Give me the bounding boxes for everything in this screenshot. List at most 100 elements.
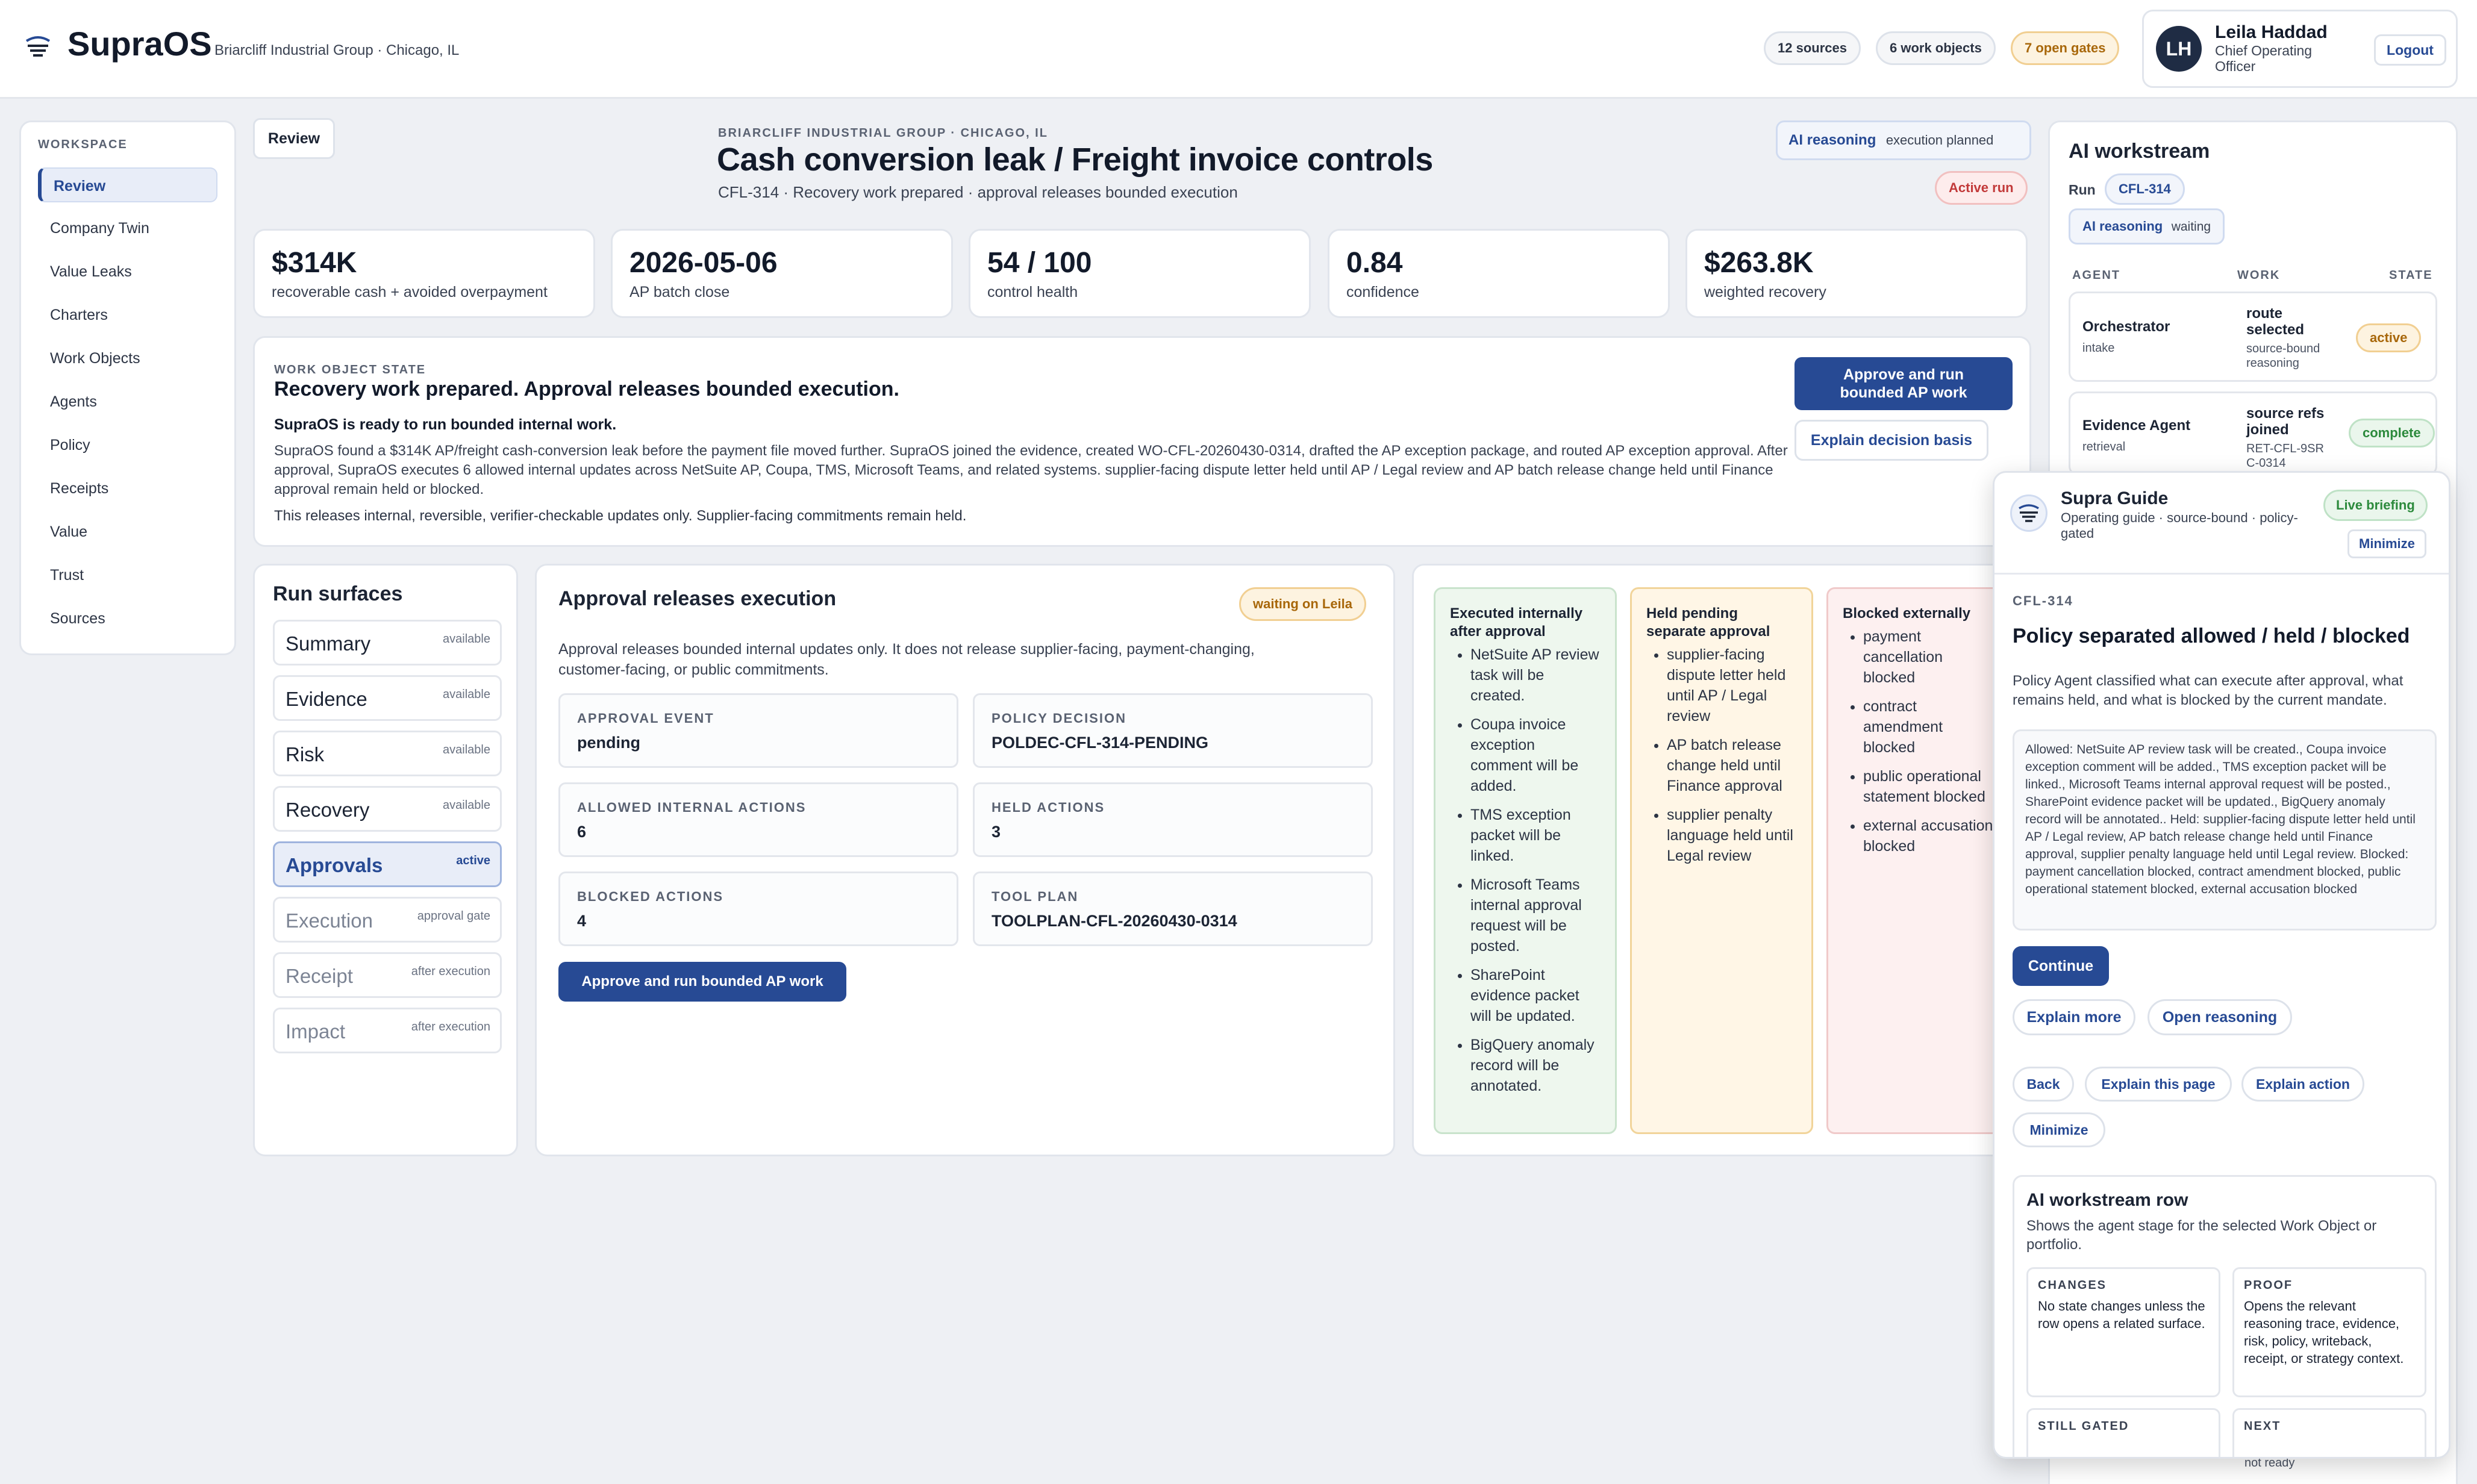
approval-panel: Approval releases execution waiting on L… [535, 564, 1395, 1156]
still-gated-key: STILL GATED [2038, 1420, 2129, 1433]
sidebar: WORKSPACE Review Company Twin Value Leak… [19, 120, 236, 655]
field-held-actions: HELD ACTIONS 3 [973, 782, 1373, 857]
menu-logo-icon[interactable] [24, 33, 52, 60]
sidebar-section-label: WORKSPACE [38, 138, 128, 151]
guide-minimize-button[interactable]: Minimize [2013, 1112, 2105, 1147]
kpi-control-health: 54 / 100 control health [969, 229, 1311, 318]
explain-page-button[interactable]: Explain this page [2085, 1067, 2232, 1102]
ai-reasoning-status[interactable]: AI reasoning execution planned [1776, 120, 2031, 160]
row-card-title: AI workstream row [2026, 1190, 2188, 1210]
kpi-value: $314K [272, 247, 357, 279]
col-header-state: STATE [2389, 269, 2433, 282]
state-badge-active: active [2356, 323, 2422, 352]
proof-key: PROOF [2244, 1279, 2293, 1292]
guide-desc: Policy Agent classified what can execute… [2013, 673, 2404, 708]
ai-reasoning-state: execution planned [1885, 132, 1994, 148]
explain-more-button[interactable]: Explain more [2013, 999, 2135, 1035]
surface-status: after execution [411, 965, 490, 978]
surface-approvals[interactable]: Approvals active [273, 841, 502, 887]
sidebar-item-company-twin[interactable]: Company Twin [38, 211, 217, 246]
surface-receipt[interactable]: Receipt after execution [273, 952, 502, 998]
work-objects-badge[interactable]: 6 work objects [1876, 31, 1996, 65]
work-object-state-panel: WORK OBJECT STATE Recovery work prepared… [253, 336, 2031, 547]
agent-name: Orchestrator [2082, 319, 2170, 335]
state-body: SupraOS found a $314K AP/freight cash-co… [274, 443, 1788, 497]
guide-subtitle: Operating guide · source-bound · policy-… [2061, 510, 2298, 541]
surface-status: available [443, 743, 490, 756]
executed-item: BigQuery anomaly record will be annotate… [1470, 1035, 1601, 1096]
guide-title: Supra Guide [2061, 488, 2169, 508]
explain-action-button[interactable]: Explain action [2241, 1067, 2364, 1102]
held-item: supplier-facing dispute letter held unti… [1667, 644, 1797, 726]
run-id-chip[interactable]: CFL-314 [2105, 173, 2185, 205]
explain-decision-button[interactable]: Explain decision basis [1794, 420, 1988, 461]
kpi-value: 54 / 100 [987, 247, 1092, 279]
surface-name: Risk [286, 743, 325, 765]
surface-status: after execution [411, 1020, 490, 1034]
executed-item: Coupa invoice exception comment will be … [1470, 714, 1601, 796]
field-key: APPROVAL EVENT [577, 711, 714, 726]
agent-row-evidence[interactable]: Evidence Agent retrieval source refs joi… [2069, 391, 2437, 476]
logout-button[interactable]: Logout [2374, 34, 2446, 66]
app-name[interactable]: SupraOS [67, 24, 212, 63]
sidebar-item-agents[interactable]: Agents [38, 384, 217, 419]
state-eyebrow: WORK OBJECT STATE [274, 363, 426, 376]
sidebar-item-policy[interactable]: Policy [38, 428, 217, 463]
surface-execution[interactable]: Execution approval gate [273, 897, 502, 943]
continue-button[interactable]: Continue [2013, 946, 2109, 986]
surface-summary[interactable]: Summary available [273, 620, 502, 666]
guide-run-id: CFL-314 [2013, 593, 2073, 608]
agent-name: Evidence Agent [2082, 417, 2191, 434]
guide-minimize-top-button[interactable]: Minimize [2347, 529, 2426, 558]
supra-guide-panel: Supra Guide Operating guide · source-bou… [1993, 471, 2450, 1459]
proof-value: Opens the relevant reasoning trace, evid… [2244, 1298, 2404, 1366]
user-name: Leila Haddad [2215, 22, 2328, 42]
next-card: NEXT [2232, 1408, 2426, 1457]
kpi-label: recoverable cash + avoided overpayment [272, 284, 548, 301]
sidebar-item-sources[interactable]: Sources [38, 601, 217, 636]
back-button[interactable]: Back [2013, 1067, 2074, 1102]
sidebar-item-receipts[interactable]: Receipts [38, 471, 217, 506]
kpi-label: AP batch close [629, 284, 730, 301]
blocked-item: public operational statement blocked [1863, 766, 1993, 807]
field-key: BLOCKED ACTIONS [577, 889, 724, 904]
sidebar-item-value-leaks[interactable]: Value Leaks [38, 254, 217, 289]
still-gated-card: STILL GATED [2026, 1408, 2220, 1457]
workstream-reasoning-chip[interactable]: AI reasoning waiting [2069, 208, 2225, 245]
executed-item: NetSuite AP review task will be created. [1470, 644, 1601, 706]
top-header: SupraOS Briarcliff Industrial Group · Ch… [0, 0, 2477, 99]
sources-badge[interactable]: 12 sources [1764, 31, 1861, 65]
workstream-title: AI workstream [2069, 140, 2210, 163]
sidebar-item-work-objects[interactable]: Work Objects [38, 341, 217, 376]
approve-run-bottom-button[interactable]: Approve and run bounded AP work [558, 962, 846, 1002]
executed-list: NetSuite AP review task will be created.… [1450, 644, 1601, 1096]
kpi-label: control health [987, 284, 1078, 301]
surface-name: Evidence [286, 688, 367, 710]
sidebar-item-value[interactable]: Value [38, 514, 217, 549]
surface-recovery[interactable]: Recovery available [273, 786, 502, 832]
held-item: supplier penalty language held until Leg… [1667, 805, 1797, 866]
blocked-list: payment cancellation blocked contract am… [1843, 626, 1993, 856]
sidebar-item-review[interactable]: Review [38, 167, 217, 202]
surface-evidence[interactable]: Evidence available [273, 675, 502, 721]
field-value: TOOLPLAN-CFL-20260430-0314 [992, 912, 1237, 930]
agent-work: source refs joined [2246, 405, 2325, 438]
surface-risk[interactable]: Risk available [273, 731, 502, 776]
state-badge-complete: complete [2349, 419, 2435, 447]
agent-row-orchestrator[interactable]: Orchestrator intake route selected sourc… [2069, 292, 2437, 382]
surface-status: active [456, 854, 490, 867]
changes-card: CHANGES No state changes unless the row … [2026, 1267, 2220, 1397]
kpi-value: 0.84 [1346, 247, 1403, 279]
open-reasoning-button[interactable]: Open reasoning [2147, 999, 2292, 1035]
executed-column: Executed internally after approval NetSu… [1434, 587, 1617, 1134]
surface-impact[interactable]: Impact after execution [273, 1008, 502, 1053]
field-value: 4 [577, 912, 587, 930]
sidebar-item-charters[interactable]: Charters [38, 298, 217, 332]
approve-run-button[interactable]: Approve and run bounded AP work [1794, 357, 2013, 410]
open-gates-badge[interactable]: 7 open gates [2011, 31, 2120, 65]
review-tab[interactable]: Review [253, 118, 335, 159]
avatar[interactable]: LH [2156, 26, 2202, 72]
sidebar-item-trust[interactable]: Trust [38, 558, 217, 593]
field-key: TOOL PLAN [992, 889, 1079, 904]
org-location: Briarcliff Industrial Group · Chicago, I… [214, 42, 460, 58]
